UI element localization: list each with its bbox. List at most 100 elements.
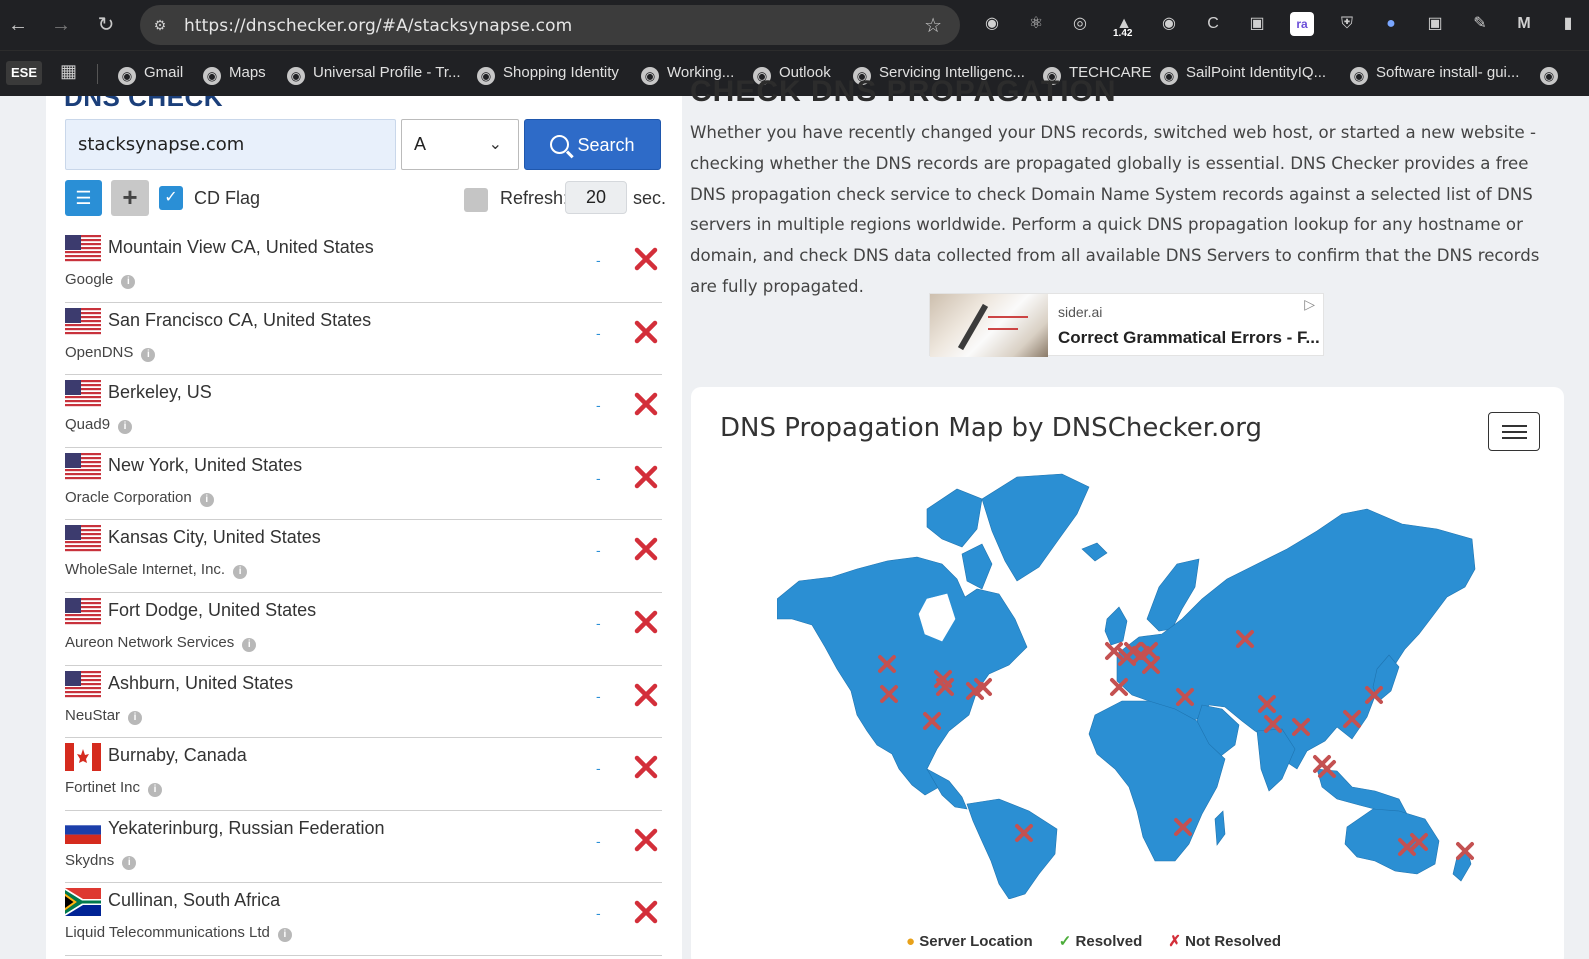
browser-toolbar: ← → ↻ ⚙ https://dnschecker.org/#A/stacks… <box>0 0 1589 50</box>
site-info-icon[interactable]: ⚙ <box>150 15 170 35</box>
ad-title[interactable]: Correct Grammatical Errors - F... <box>1058 328 1320 348</box>
flag-us-icon <box>65 307 101 336</box>
bookmark-software-install[interactable]: ◉ Software install- gui... <box>1350 64 1519 85</box>
server-provider: Aureon Network Services i <box>65 634 257 652</box>
back-icon[interactable]: ← <box>3 10 33 40</box>
flag-ca-icon <box>65 743 101 772</box>
server-row: Burnaby, Canada Fortinet Inc i - <box>65 738 662 811</box>
bookmark-universal-profile[interactable]: ◉ Universal Profile - Tr... <box>287 64 461 85</box>
apps-grid-icon[interactable]: ▦ <box>60 61 77 82</box>
url-text[interactable]: https://dnschecker.org/#A/stacksynapse.c… <box>184 16 572 36</box>
not-resolved-x-icon <box>633 536 659 562</box>
info-icon[interactable]: i <box>121 275 136 289</box>
m-extension-icon[interactable]: M <box>1512 12 1536 36</box>
server-settings-button[interactable]: ☰ <box>65 180 102 216</box>
info-icon[interactable]: i <box>141 347 156 362</box>
flag-us-icon <box>65 235 101 263</box>
refresh-interval-input[interactable]: 20 <box>565 181 627 214</box>
checkmark-icon: ✓ <box>164 189 178 206</box>
address-bar[interactable]: ⚙ https://dnschecker.org/#A/stacksynapse… <box>140 5 960 45</box>
more-extension-icon[interactable]: ▮ <box>1556 12 1580 36</box>
profile-badge[interactable]: ESE <box>6 61 42 85</box>
refresh-checkbox[interactable] <box>464 188 488 212</box>
server-provider: Oracle Corporation i <box>65 489 214 507</box>
camera-extension-icon[interactable]: ◉ <box>980 12 1004 36</box>
server-result: - <box>596 614 601 631</box>
react-extension-icon[interactable]: ⚛ <box>1024 12 1048 36</box>
propagation-description: Whether you have recently changed your D… <box>690 123 1540 296</box>
refresh-unit-label: sec. <box>633 188 667 208</box>
pin-icon: ● <box>906 933 916 950</box>
forward-icon[interactable]: → <box>46 10 76 40</box>
info-icon[interactable]: i <box>233 565 248 580</box>
ad-choices-icon[interactable]: ▷ <box>1304 296 1315 313</box>
flag-us-icon <box>65 380 101 409</box>
screen-extension-icon[interactable]: ▣ <box>1245 12 1269 36</box>
bookmark-maps[interactable]: ◉ Maps <box>203 64 266 85</box>
globe-icon: ◉ <box>1350 67 1368 85</box>
flag-us-icon <box>65 452 101 481</box>
info-icon[interactable]: i <box>199 492 214 507</box>
server-provider: Skydns i <box>65 852 137 870</box>
legend-resolved: ✓ Resolved <box>1058 933 1143 950</box>
server-row: Berkeley, US Quad9 i - <box>65 375 662 448</box>
cd-flag-checkbox[interactable]: ✓ <box>159 186 183 210</box>
bookmark-overflow[interactable]: ◉ <box>1540 64 1566 85</box>
shield-extension-icon[interactable]: ⛨ <box>1335 12 1359 36</box>
reload-icon[interactable]: ↻ <box>91 10 121 40</box>
server-row: Cullinan, South Africa Liquid Telecommuni… <box>65 883 662 956</box>
server-location: San Francisco CA, United States <box>108 309 372 330</box>
bookmark-gmail[interactable]: ◉ Gmail <box>118 64 183 85</box>
info-icon[interactable]: i <box>148 783 163 798</box>
server-provider: Quad9 i <box>65 416 133 435</box>
map-legend: ● Server Location ✓ Resolved ✗ Not Resol… <box>906 932 1303 950</box>
dns-check-heading: DNS CHECK <box>64 96 224 112</box>
flag-us-icon <box>65 525 101 554</box>
info-icon[interactable]: i <box>242 637 257 652</box>
bookmark-shopping-identity[interactable]: ◉ Shopping Identity <box>477 64 619 85</box>
not-resolved-x-icon <box>633 899 659 925</box>
search-button[interactable]: Search <box>524 119 661 170</box>
server-provider: OpenDNS i <box>65 344 156 362</box>
server-row: Yekaterinburg, Russian Federation Skydns i… <box>65 811 662 884</box>
ad-source: sider.ai <box>1058 304 1103 320</box>
server-result: - <box>596 469 601 486</box>
iceland-shape <box>1081 542 1108 562</box>
add-server-button[interactable]: + <box>111 180 149 216</box>
record-type-value: A <box>414 134 427 154</box>
photo-extension-icon[interactable]: ▣ <box>1423 12 1447 36</box>
target-extension-icon[interactable]: ◎ <box>1068 12 1092 36</box>
map-menu-button[interactable] <box>1488 412 1540 451</box>
server-row: New York, United States Oracle Corporatio… <box>65 448 662 521</box>
info-icon[interactable]: i <box>118 420 133 435</box>
ra-extension-icon[interactable]: ra <box>1290 12 1314 36</box>
info-icon[interactable]: i <box>128 710 143 725</box>
not-resolved-x-icon <box>633 391 659 417</box>
lens-extension-icon[interactable]: ● <box>1379 12 1403 36</box>
server-location: Kansas City, United States <box>108 527 321 548</box>
info-icon[interactable]: i <box>277 928 292 943</box>
server-provider: Fortinet Inc i <box>65 779 163 798</box>
server-row: Ashburn, United States NeuStar i - <box>65 666 662 739</box>
server-row: Mountain View CA, United States Google i - <box>65 230 662 303</box>
world-map[interactable] <box>777 469 1477 899</box>
record-type-select[interactable]: A ⌄ <box>401 119 519 170</box>
propagation-map-card: DNS Propagation Map by DNSChecker.org ● … <box>691 387 1564 959</box>
info-icon[interactable]: i <box>122 855 137 870</box>
check-icon: ✓ <box>1058 933 1072 950</box>
bookmark-sailpoint[interactable]: ◉ SailPoint IdentityIQ... <box>1160 64 1326 85</box>
server-list: Mountain View CA, United States Google i - S… <box>65 230 662 956</box>
domain-input[interactable]: stacksynapse.com <box>65 119 396 170</box>
sponsored-ad[interactable]: sider.ai Correct Grammatical Errors - F.… <box>929 293 1324 357</box>
not-resolved-x-icon <box>633 319 659 345</box>
baffin-shape <box>961 543 993 590</box>
not-resolved-x-icon <box>633 464 659 490</box>
search-button-label: Search <box>577 135 635 155</box>
code-extension-icon[interactable]: C <box>1201 12 1225 36</box>
not-resolved-x-icon <box>633 609 659 635</box>
server-row: Fort Dodge, United States Aureon Network … <box>65 593 662 666</box>
bookmark-star-icon[interactable]: ☆ <box>924 13 942 38</box>
chat-extension-icon[interactable]: ◉ <box>1157 12 1181 36</box>
globe-icon: ◉ <box>1160 67 1178 85</box>
pen-extension-icon[interactable]: ✎ <box>1468 12 1492 36</box>
